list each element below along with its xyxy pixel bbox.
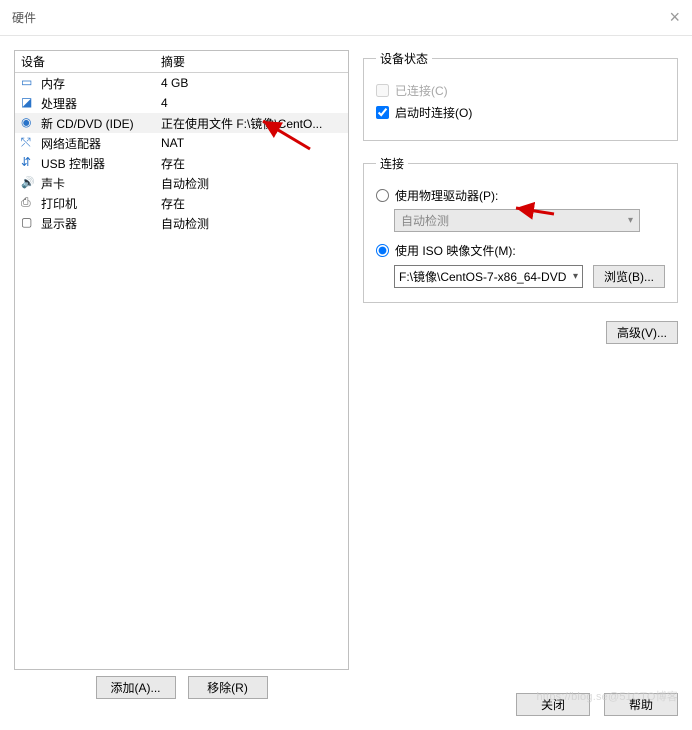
browse-button[interactable]: 浏览(B)... [593, 265, 665, 288]
add-button[interactable]: 添加(A)... [96, 676, 176, 699]
watermark: https://blog.se@51CTO博客 [536, 688, 678, 704]
iso-path-row: F:\镜像\CentOS-7-x86_64-DVD ▾ 浏览(B)... [394, 265, 665, 288]
connected-checkbox-row: 已连接(C) [376, 82, 665, 99]
physical-drive-label: 使用物理驱动器(P): [395, 187, 498, 204]
iso-path-value: F:\镜像\CentOS-7-x86_64-DVD [399, 268, 566, 285]
device-name: USB 控制器 [41, 155, 105, 172]
device-summary: 4 [161, 96, 348, 110]
connect-on-power-checkbox[interactable] [376, 106, 389, 119]
close-icon[interactable]: × [669, 7, 680, 28]
col-summary: 摘要 [161, 53, 348, 70]
device-status-legend: 设备状态 [376, 50, 432, 67]
hardware-row[interactable]: 显示器 自动检测 [15, 213, 348, 233]
device-icon [21, 175, 37, 191]
iso-row[interactable]: 使用 ISO 映像文件(M): [376, 242, 665, 259]
window-title: 硬件 [12, 9, 36, 26]
physical-drive-value: 自动检测 [401, 212, 449, 229]
device-name: 声卡 [41, 175, 65, 192]
settings-panel: 设备状态 已连接(C) 启动时连接(O) 连接 使用物理驱动器(P): 自动检测… [363, 50, 678, 699]
device-icon [21, 95, 37, 111]
connected-label: 已连接(C) [395, 82, 448, 99]
physical-drive-select: 自动检测 ▾ [394, 209, 640, 232]
connect-on-power-label: 启动时连接(O) [395, 104, 472, 121]
device-summary: 存在 [161, 195, 348, 212]
advanced-row: 高级(V)... [363, 321, 678, 344]
device-summary: NAT [161, 136, 348, 150]
hardware-list-header: 设备 摘要 [15, 51, 348, 73]
device-name: 显示器 [41, 215, 77, 232]
remove-button[interactable]: 移除(R) [188, 676, 268, 699]
hardware-row[interactable]: 处理器 4 [15, 93, 348, 113]
connection-legend: 连接 [376, 155, 408, 172]
connection-group: 连接 使用物理驱动器(P): 自动检测 ▾ 使用 ISO 映像文件(M): F:… [363, 155, 678, 303]
connect-on-power-row[interactable]: 启动时连接(O) [376, 104, 665, 121]
device-icon [21, 195, 37, 211]
hardware-row[interactable]: 新 CD/DVD (IDE) 正在使用文件 F:\镜像\CentO... [15, 113, 348, 133]
device-name: 新 CD/DVD (IDE) [41, 115, 134, 132]
hardware-list: 设备 摘要 内存 4 GB 处理器 4 新 CD/DVD (IDE) 正在使用文件 F:\… [14, 50, 349, 670]
physical-drive-radio[interactable] [376, 189, 389, 202]
titlebar: 硬件 × [0, 0, 692, 36]
add-remove-bar: 添加(A)... 移除(R) [14, 670, 349, 699]
device-summary: 4 GB [161, 76, 348, 90]
iso-label: 使用 ISO 映像文件(M): [395, 242, 516, 259]
hardware-row[interactable]: 网络适配器 NAT [15, 133, 348, 153]
device-icon [21, 75, 37, 91]
hardware-row[interactable]: 打印机 存在 [15, 193, 348, 213]
device-icon [21, 135, 37, 151]
hardware-row[interactable]: 声卡 自动检测 [15, 173, 348, 193]
device-summary: 自动检测 [161, 215, 348, 232]
hardware-row[interactable]: USB 控制器 存在 [15, 153, 348, 173]
iso-radio[interactable] [376, 244, 389, 257]
device-summary: 存在 [161, 155, 348, 172]
chevron-down-icon: ▾ [628, 215, 633, 226]
device-name: 内存 [41, 75, 65, 92]
content: 设备 摘要 内存 4 GB 处理器 4 新 CD/DVD (IDE) 正在使用文件 F:\… [0, 36, 692, 707]
device-icon [21, 215, 37, 231]
device-name: 打印机 [41, 195, 77, 212]
iso-path-input[interactable]: F:\镜像\CentOS-7-x86_64-DVD ▾ [394, 265, 583, 288]
device-icon [21, 115, 37, 131]
device-summary: 自动检测 [161, 175, 348, 192]
hardware-row[interactable]: 内存 4 GB [15, 73, 348, 93]
physical-drive-row[interactable]: 使用物理驱动器(P): [376, 187, 665, 204]
device-status-group: 设备状态 已连接(C) 启动时连接(O) [363, 50, 678, 141]
device-name: 处理器 [41, 95, 77, 112]
advanced-button[interactable]: 高级(V)... [606, 321, 678, 344]
col-device: 设备 [21, 53, 161, 70]
device-name: 网络适配器 [41, 135, 101, 152]
connected-checkbox [376, 84, 389, 97]
device-icon [21, 155, 37, 171]
chevron-down-icon[interactable]: ▾ [573, 271, 578, 282]
device-summary: 正在使用文件 F:\镜像\CentO... [161, 115, 348, 132]
